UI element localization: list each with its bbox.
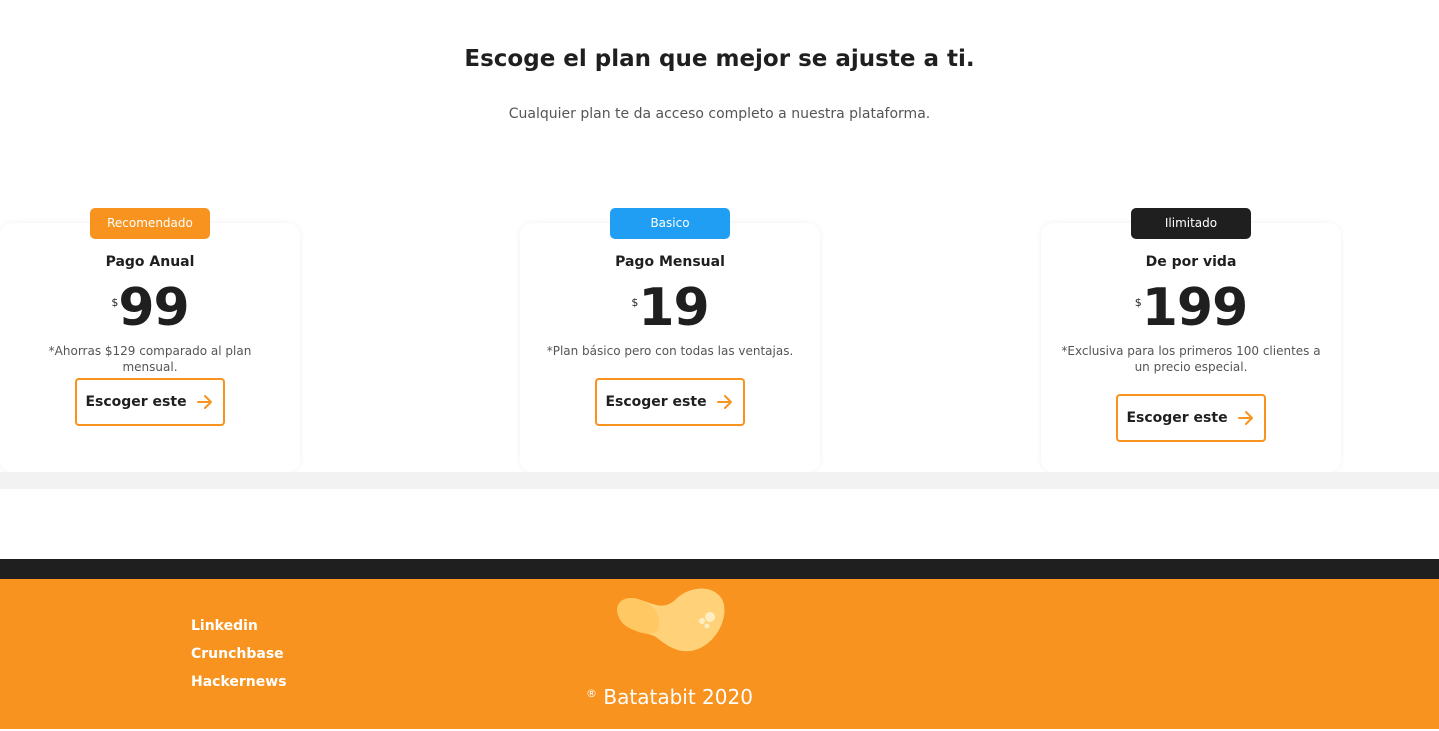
plan-price: $99 [0,278,300,338]
plan-note: *Ahorras $129 comparado al plan mensual. [48,344,252,374]
plan-card-lifetime: Ilimitado De por vida $199 *Exclusiva pa… [1041,208,1341,472]
copyright: ® Batatabit 2020 [0,685,1339,709]
footer: Linkedin Crunchbase Hackernews ® Batatab… [0,579,1439,729]
choose-plan-button[interactable]: Escoger este [595,378,745,426]
footer-link-linkedin[interactable]: Linkedin [191,617,287,635]
arrow-right-icon [1237,411,1253,425]
plan-price: $199 [1041,278,1341,338]
currency-symbol: $ [631,296,639,309]
price-amount: 99 [118,278,189,338]
batatabit-logo-icon [617,588,725,652]
section-divider [0,472,1439,489]
price-amount: 199 [1141,278,1249,338]
pricing-title: Escoge el plan que mejor se ajuste a ti. [464,46,975,72]
plan-note: *Exclusiva para los primeros 100 cliente… [1061,344,1321,374]
copyright-text: Batatabit 2020 [603,685,753,709]
plan-card-monthly: Basico Pago Mensual $19 *Plan básico per… [520,208,820,472]
choose-plan-button[interactable]: Escoger este [75,378,225,426]
plan-note: *Plan básico pero con todas las ventajas… [546,344,794,358]
registered-symbol: ® [586,687,598,700]
arrow-right-icon [716,395,732,409]
pricing-section: Escoge el plan que mejor se ajuste a ti.… [0,0,1439,472]
choose-plan-label: Escoger este [1126,410,1228,426]
currency-symbol: $ [1134,296,1142,309]
footer-link-crunchbase[interactable]: Crunchbase [191,645,287,663]
plan-name: Pago Anual [105,254,195,270]
pricing-subtitle: Cualquier plan te da acceso completo a n… [508,106,931,122]
price-amount: 19 [638,278,709,338]
choose-plan-label: Escoger este [85,394,187,410]
arrow-right-icon [196,395,212,409]
choose-plan-button[interactable]: Escoger este [1116,394,1266,442]
choose-plan-label: Escoger este [605,394,707,410]
footer-top-bar [0,559,1439,579]
plan-name: De por vida [1145,254,1237,270]
plan-badge: Recomendado [90,208,210,239]
plan-badge: Basico [610,208,730,239]
plan-name: Pago Mensual [615,254,725,270]
plan-badge: Ilimitado [1131,208,1251,239]
currency-symbol: $ [111,296,119,309]
plan-card-annual: Recomendado Pago Anual $99 *Ahorras $129… [0,208,300,472]
plan-price: $19 [520,278,820,338]
